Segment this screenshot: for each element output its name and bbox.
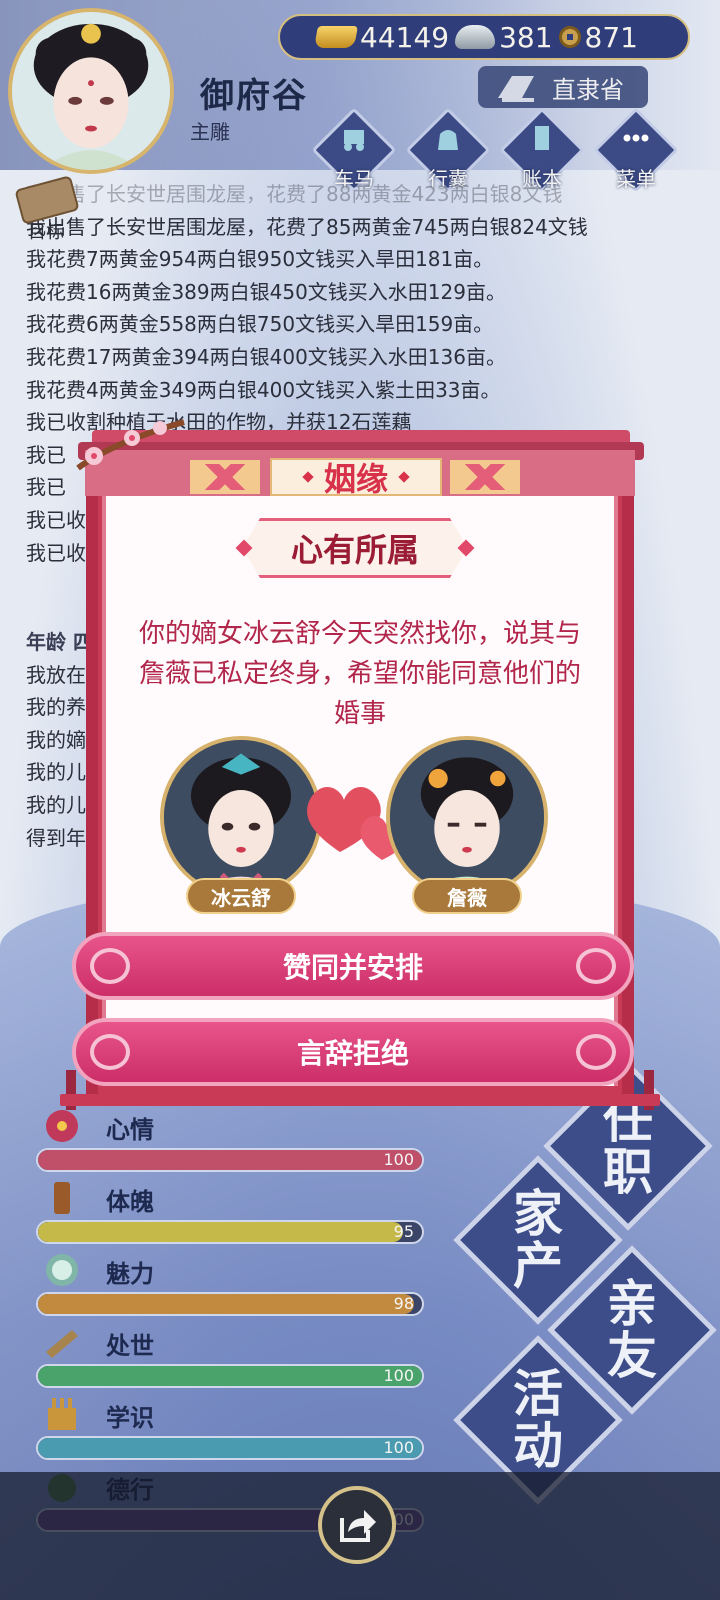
marriage-modal: 姻缘 心有所属 你的嫡女冰云舒今天突然找你，说其与詹薇已私定终身，希望你能同意他…	[60, 410, 660, 1130]
modal-pillar	[622, 496, 634, 1096]
modal-message: 你的嫡女冰云舒今天突然找你，说其与詹薇已私定终身，希望你能同意他们的婚事	[138, 619, 581, 729]
reject-label: 言辞拒绝	[296, 1037, 409, 1070]
accept-button[interactable]: 赞同并安排	[72, 932, 634, 1000]
header-pattern	[190, 460, 260, 494]
button-swirl-left	[90, 948, 130, 984]
partner-portrait-icon	[390, 740, 544, 894]
button-swirl-right	[576, 1034, 616, 1070]
button-swirl-right	[576, 948, 616, 984]
modal-base	[60, 1094, 660, 1106]
modal-title-text: 姻缘	[323, 460, 388, 498]
daughter-name-tag: 冰云舒	[186, 878, 296, 914]
modal-subtitle: 心有所属	[235, 518, 475, 578]
button-swirl-left	[90, 1034, 130, 1070]
portrait-partner	[386, 736, 548, 898]
plum-blossom-icon	[76, 419, 185, 471]
reject-button[interactable]: 言辞拒绝	[72, 1018, 634, 1086]
modal-subtitle-text: 心有所属	[290, 531, 419, 569]
partner-name-tag: 詹薇	[412, 878, 522, 914]
daughter-portrait-icon	[164, 740, 318, 894]
title-dot	[302, 471, 314, 483]
title-dot	[398, 471, 410, 483]
modal-title: 姻缘	[270, 458, 442, 498]
portrait-daughter	[160, 736, 322, 898]
accept-label: 赞同并安排	[282, 951, 423, 984]
header-pattern	[450, 460, 520, 494]
modal-pillar	[86, 496, 98, 1096]
